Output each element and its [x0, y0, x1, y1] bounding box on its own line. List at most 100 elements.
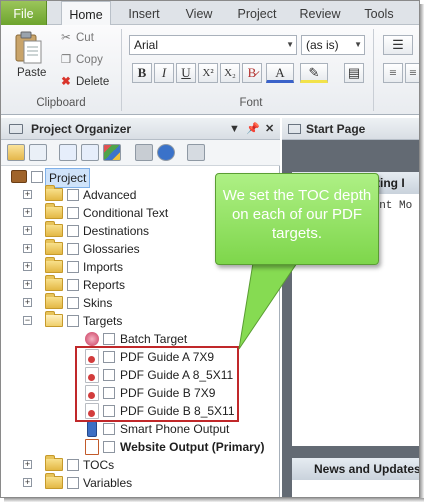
tool-icon[interactable]: [135, 144, 153, 161]
tab-project[interactable]: Project: [229, 1, 285, 25]
expand-icon[interactable]: +: [23, 478, 32, 487]
pdf-targets-highlight: [75, 346, 239, 422]
underline-button[interactable]: U: [176, 63, 196, 83]
window-shadow: [420, 4, 424, 502]
project-organizer-title: Project Organizer ▼ 📌 ✕: [1, 118, 280, 140]
folder-view-icon[interactable]: [7, 144, 25, 161]
copy-button[interactable]: ❐ Copy: [59, 51, 103, 69]
checkbox[interactable]: [67, 189, 79, 201]
pin-icon[interactable]: 📌: [246, 118, 260, 140]
batch-target-icon: [85, 332, 99, 346]
checkbox[interactable]: [67, 315, 79, 327]
refresh-icon[interactable]: [157, 144, 175, 161]
superscript-button[interactable]: X²: [198, 63, 218, 83]
ribbon-home: Paste ✂ Cut ❐ Copy ✖ Delete Clipboard Arial…: [1, 25, 419, 115]
copy-item-icon[interactable]: [81, 144, 99, 161]
expand-icon[interactable]: +: [23, 262, 32, 271]
italic-button[interactable]: I: [154, 63, 174, 83]
checkbox[interactable]: [103, 423, 115, 435]
callout-note: We set the TOC depth on each of our PDF …: [215, 173, 379, 265]
group-separator: [121, 29, 122, 111]
checkbox[interactable]: [31, 171, 43, 183]
checkbox[interactable]: [67, 477, 79, 489]
folder-icon: [45, 257, 63, 273]
subscript-button[interactable]: X₂: [220, 63, 240, 83]
page-icon: [288, 124, 301, 134]
font-size-value: (as is): [306, 38, 339, 52]
delete-icon: ✖: [61, 76, 71, 88]
tab-review[interactable]: Review: [293, 1, 347, 25]
tree-item-label: Variables: [83, 476, 133, 490]
window-shadow: [4, 498, 424, 502]
cut-label: Cut: [76, 32, 94, 44]
delete-button[interactable]: ✖ Delete: [59, 73, 109, 91]
web-target-icon: [85, 439, 99, 455]
color-grid-icon[interactable]: [103, 144, 121, 161]
checkbox[interactable]: [67, 207, 79, 219]
smart-phone-icon: [87, 421, 97, 437]
list-view-icon[interactable]: [29, 144, 47, 161]
folder-icon: [45, 473, 63, 489]
close-icon[interactable]: ✕: [265, 118, 274, 140]
expand-icon[interactable]: +: [23, 298, 32, 307]
paste-icon[interactable]: [15, 31, 43, 65]
paste-button[interactable]: Paste: [17, 67, 46, 79]
scissors-icon: ✂: [61, 32, 71, 44]
checkbox[interactable]: [67, 225, 79, 237]
checkbox[interactable]: [67, 279, 79, 291]
tab-home[interactable]: Home: [61, 1, 111, 26]
tab-tools[interactable]: Tools: [355, 1, 403, 25]
font-family-select[interactable]: Arial ▼: [129, 35, 297, 55]
expand-icon[interactable]: +: [23, 280, 32, 289]
highlight-color-icon[interactable]: ✎: [300, 63, 328, 83]
bold-button[interactable]: B: [132, 63, 152, 83]
font-size-select[interactable]: (as is) ▼: [301, 35, 365, 55]
tree-item-label: Glossaries: [83, 242, 140, 256]
expand-icon[interactable]: +: [23, 208, 32, 217]
font-family-value: Arial: [134, 38, 159, 52]
add-folder-icon[interactable]: [187, 144, 205, 161]
tree-item-target[interactable]: Smart Phone Output: [1, 420, 280, 438]
tree-item-folder-targets[interactable]: − Targets: [1, 311, 280, 330]
expand-icon[interactable]: +: [23, 226, 32, 235]
tree-item-target-primary[interactable]: Website Output (Primary): [1, 438, 280, 456]
tab-view[interactable]: View: [177, 1, 221, 25]
delete-label: Delete: [76, 76, 110, 88]
cut-button[interactable]: ✂ Cut: [59, 29, 94, 47]
style-icon[interactable]: ▤: [344, 63, 364, 83]
tree-item-label: Destinations: [83, 224, 150, 238]
checkbox[interactable]: [67, 243, 79, 255]
tree-item-folder[interactable]: + TOCs: [1, 455, 280, 474]
align-left-icon[interactable]: ≡: [383, 63, 403, 83]
open-folder-icon: [45, 311, 63, 327]
collapse-icon[interactable]: −: [23, 316, 32, 325]
tree-item-label: Conditional Text: [83, 206, 169, 220]
tree-item-folder[interactable]: + Skins: [1, 293, 280, 312]
align-center-icon[interactable]: ≡: [405, 63, 419, 83]
application-window: File Home Insert View Project Review Too…: [0, 0, 420, 498]
tree-item-folder[interactable]: + Variables: [1, 473, 280, 492]
panel-menu-icon[interactable]: ▼: [229, 118, 240, 140]
tree-item-folder[interactable]: + Reports: [1, 275, 280, 294]
clipboard-group-label: Clipboard: [36, 97, 86, 109]
bullets-icon[interactable]: ☰: [383, 35, 413, 55]
folder-icon: [45, 203, 63, 219]
expand-icon[interactable]: +: [23, 190, 32, 199]
expand-icon[interactable]: +: [23, 244, 32, 253]
checkbox[interactable]: [67, 261, 79, 273]
clear-format-icon[interactable]: B̷: [242, 63, 262, 83]
ribbon-tab-strip: File Home Insert View Project Review Too…: [1, 1, 419, 26]
expand-icon[interactable]: +: [23, 460, 32, 469]
font-color-icon[interactable]: A: [266, 63, 294, 83]
tree-item-label: Website Output (Primary): [120, 440, 265, 454]
tab-file[interactable]: File: [1, 1, 47, 25]
new-item-icon[interactable]: [59, 144, 77, 161]
tab-start-page[interactable]: Start Page: [282, 118, 419, 140]
checkbox[interactable]: [67, 459, 79, 471]
tab-insert[interactable]: Insert: [119, 1, 169, 25]
folder-icon: [45, 221, 63, 237]
checkbox[interactable]: [103, 333, 115, 345]
folder-icon: [45, 275, 63, 291]
checkbox[interactable]: [103, 441, 115, 453]
checkbox[interactable]: [67, 297, 79, 309]
